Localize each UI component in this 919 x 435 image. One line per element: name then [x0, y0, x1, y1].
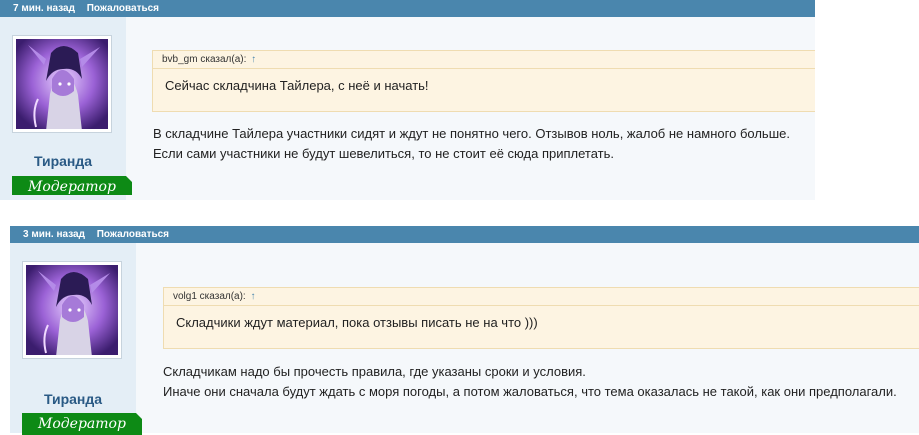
- quote-text: Складчики ждут материал, пока отзывы пис…: [176, 315, 538, 330]
- message-text: В складчине Тайлера участники сидят и жд…: [153, 124, 790, 164]
- avatar[interactable]: [22, 261, 122, 359]
- post-time[interactable]: 3 мин. назад: [23, 229, 85, 240]
- goto-quote-icon[interactable]: ↑: [251, 291, 256, 302]
- quote-block: bvb_gm сказал(а): ↑ Сейчас складчина Тай…: [152, 50, 815, 112]
- post-header: 7 мин. назад Пожаловаться: [0, 0, 815, 17]
- post: 3 мин. назад Пожаловаться Тиранда Модера…: [10, 226, 919, 435]
- avatar[interactable]: [12, 35, 112, 133]
- avatar-image: [26, 265, 118, 355]
- post: 7 мин. назад Пожаловаться Тиранда Модера…: [0, 0, 815, 200]
- quote-block: volg1 сказал(а): ↑ Складчики ждут матери…: [163, 287, 919, 349]
- moderator-badge: Модератор: [22, 413, 142, 435]
- quote-author: bvb_gm сказал(а):: [162, 54, 247, 65]
- message-text: Складчикам надо бы прочесть правила, где…: [163, 362, 897, 402]
- post-body: Тиранда Модератор bvb_gm сказал(а): ↑ Се…: [0, 17, 815, 200]
- message-line: В складчине Тайлера участники сидят и жд…: [153, 126, 790, 141]
- user-info-column: Тиранда Модератор: [10, 243, 142, 435]
- quote-header: volg1 сказал(а): ↑: [164, 288, 919, 306]
- post-body: Тиранда Модератор volg1 сказал(а): ↑ Скл…: [10, 243, 919, 435]
- goto-quote-icon[interactable]: ↑: [251, 54, 256, 65]
- report-link[interactable]: Пожаловаться: [97, 229, 169, 240]
- user-info-column: Тиранда Модератор: [0, 17, 132, 200]
- username[interactable]: Тиранда: [0, 153, 126, 169]
- quote-text: Сейчас складчина Тайлера, с неё и начать…: [165, 78, 429, 93]
- moderator-badge: Модератор: [12, 176, 132, 195]
- post-header: 3 мин. назад Пожаловаться: [10, 226, 919, 243]
- message-line: Если сами участники не будут шевелиться,…: [153, 146, 614, 161]
- username[interactable]: Тиранда: [10, 391, 136, 407]
- report-link[interactable]: Пожаловаться: [87, 3, 159, 14]
- quote-author: volg1 сказал(а):: [173, 291, 246, 302]
- quote-header: bvb_gm сказал(а): ↑: [153, 51, 815, 69]
- message-line: Складчикам надо бы прочесть правила, где…: [163, 364, 586, 379]
- message-line: Иначе они сначала будут ждать с моря пог…: [163, 384, 897, 399]
- avatar-image: [16, 39, 108, 129]
- post-time[interactable]: 7 мин. назад: [13, 3, 75, 14]
